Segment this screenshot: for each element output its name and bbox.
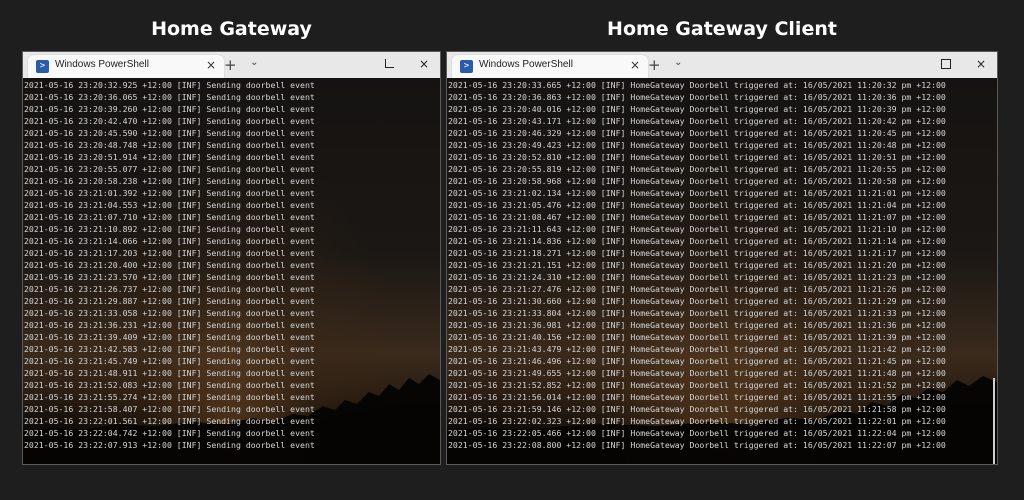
log-line: 2021-05-16 23:20:36.065 +12:00 [INF] Sen… <box>24 92 315 102</box>
maximize-icon <box>941 58 951 69</box>
tab-windows-powershell[interactable]: > Windows PowerShell × <box>28 55 224 78</box>
restore-button[interactable] <box>381 56 397 72</box>
log-line: 2021-05-16 23:20:46.329 +12:00 [INF] Hom… <box>448 128 946 138</box>
log-output: 2021-05-16 23:20:33.665 +12:00 [INF] Hom… <box>448 79 993 451</box>
log-line: 2021-05-16 23:21:14.836 +12:00 [INF] Hom… <box>448 236 946 246</box>
log-line: 2021-05-16 23:21:45.749 +12:00 [INF] Sen… <box>24 356 315 366</box>
log-line: 2021-05-16 23:20:45.590 +12:00 [INF] Sen… <box>24 128 315 138</box>
new-tab-button[interactable]: + <box>648 56 661 74</box>
log-line: 2021-05-16 23:21:20.400 +12:00 [INF] Sen… <box>24 260 315 270</box>
log-line: 2021-05-16 23:21:36.231 +12:00 [INF] Sen… <box>24 320 315 330</box>
heading-home-gateway-client: Home Gateway Client <box>607 18 837 40</box>
log-line: 2021-05-16 23:22:05.466 +12:00 [INF] Hom… <box>448 428 946 438</box>
close-icon: × <box>418 57 430 71</box>
log-line: 2021-05-16 23:22:08.800 +12:00 [INF] Hom… <box>448 440 946 450</box>
log-line: 2021-05-16 23:20:55.077 +12:00 [INF] Sen… <box>24 164 315 174</box>
maximize-button[interactable] <box>938 56 954 72</box>
tab-close-icon[interactable]: × <box>630 58 640 72</box>
log-line: 2021-05-16 23:20:32.925 +12:00 [INF] Sen… <box>24 80 315 90</box>
log-line: 2021-05-16 23:20:42.470 +12:00 [INF] Sen… <box>24 116 315 126</box>
chevron-down-icon[interactable]: ⌄ <box>674 57 682 68</box>
log-line: 2021-05-16 23:22:07.913 +12:00 [INF] Sen… <box>24 440 315 450</box>
log-line: 2021-05-16 23:22:02.323 +12:00 [INF] Hom… <box>448 416 946 426</box>
log-line: 2021-05-16 23:21:07.710 +12:00 [INF] Sen… <box>24 212 315 222</box>
powershell-icon: > <box>36 60 49 73</box>
log-line: 2021-05-16 23:20:58.968 +12:00 [INF] Hom… <box>448 176 946 186</box>
terminal-content[interactable]: 2021-05-16 23:20:33.665 +12:00 [INF] Hom… <box>447 78 997 464</box>
log-line: 2021-05-16 23:21:24.310 +12:00 [INF] Hom… <box>448 272 946 282</box>
log-line: 2021-05-16 23:20:49.423 +12:00 [INF] Hom… <box>448 140 946 150</box>
log-line: 2021-05-16 23:21:59.146 +12:00 [INF] Hom… <box>448 404 946 414</box>
log-line: 2021-05-16 23:21:08.467 +12:00 [INF] Hom… <box>448 212 946 222</box>
log-line: 2021-05-16 23:21:26.737 +12:00 [INF] Sen… <box>24 284 315 294</box>
log-line: 2021-05-16 23:21:52.852 +12:00 [INF] Hom… <box>448 380 946 390</box>
terminal-window-home-gateway: > Windows PowerShell × + ⌄ × 2021-05-16 … <box>22 51 441 465</box>
log-output: 2021-05-16 23:20:32.925 +12:00 [INF] Sen… <box>24 79 436 451</box>
log-line: 2021-05-16 23:21:29.887 +12:00 [INF] Sen… <box>24 296 315 306</box>
heading-home-gateway: Home Gateway <box>151 18 312 40</box>
log-line: 2021-05-16 23:21:56.014 +12:00 [INF] Hom… <box>448 392 946 402</box>
powershell-icon: > <box>460 60 473 73</box>
log-line: 2021-05-16 23:21:33.058 +12:00 [INF] Sen… <box>24 308 315 318</box>
log-line: 2021-05-16 23:21:10.892 +12:00 [INF] Sen… <box>24 224 315 234</box>
close-button[interactable]: × <box>416 56 432 72</box>
tab-windows-powershell[interactable]: > Windows PowerShell × <box>452 55 648 78</box>
title-bar: > Windows PowerShell × + ⌄ × <box>447 52 997 78</box>
log-line: 2021-05-16 23:21:55.274 +12:00 [INF] Sen… <box>24 392 315 402</box>
log-line: 2021-05-16 23:21:48.911 +12:00 [INF] Sen… <box>24 368 315 378</box>
scrollbar-thumb[interactable] <box>993 378 995 464</box>
log-line: 2021-05-16 23:21:30.660 +12:00 [INF] Hom… <box>448 296 946 306</box>
log-line: 2021-05-16 23:21:52.083 +12:00 [INF] Sen… <box>24 380 315 390</box>
log-line: 2021-05-16 23:21:49.655 +12:00 [INF] Hom… <box>448 368 946 378</box>
log-line: 2021-05-16 23:22:04.742 +12:00 [INF] Sen… <box>24 428 315 438</box>
tab-title: Windows PowerShell <box>479 59 573 70</box>
log-line: 2021-05-16 23:21:36.981 +12:00 [INF] Hom… <box>448 320 946 330</box>
log-line: 2021-05-16 23:22:01.561 +12:00 [INF] Sen… <box>24 416 315 426</box>
log-line: 2021-05-16 23:20:52.810 +12:00 [INF] Hom… <box>448 152 946 162</box>
log-line: 2021-05-16 23:20:36.863 +12:00 [INF] Hom… <box>448 92 946 102</box>
log-line: 2021-05-16 23:20:51.914 +12:00 [INF] Sen… <box>24 152 315 162</box>
title-bar: > Windows PowerShell × + ⌄ × <box>23 52 440 78</box>
log-line: 2021-05-16 23:21:39.409 +12:00 [INF] Sen… <box>24 332 315 342</box>
log-line: 2021-05-16 23:20:33.665 +12:00 [INF] Hom… <box>448 80 946 90</box>
log-line: 2021-05-16 23:21:42.583 +12:00 [INF] Sen… <box>24 344 315 354</box>
log-line: 2021-05-16 23:20:55.819 +12:00 [INF] Hom… <box>448 164 946 174</box>
log-line: 2021-05-16 23:21:18.271 +12:00 [INF] Hom… <box>448 248 946 258</box>
log-line: 2021-05-16 23:21:17.203 +12:00 [INF] Sen… <box>24 248 315 258</box>
log-line: 2021-05-16 23:21:05.476 +12:00 [INF] Hom… <box>448 200 946 210</box>
log-line: 2021-05-16 23:21:14.066 +12:00 [INF] Sen… <box>24 236 315 246</box>
log-line: 2021-05-16 23:21:58.407 +12:00 [INF] Sen… <box>24 404 315 414</box>
log-line: 2021-05-16 23:20:48.748 +12:00 [INF] Sen… <box>24 140 315 150</box>
log-line: 2021-05-16 23:21:46.496 +12:00 [INF] Hom… <box>448 356 946 366</box>
log-line: 2021-05-16 23:20:39.260 +12:00 [INF] Sen… <box>24 104 315 114</box>
close-icon: × <box>975 57 987 71</box>
close-button[interactable]: × <box>973 56 989 72</box>
log-line: 2021-05-16 23:20:40.016 +12:00 [INF] Hom… <box>448 104 946 114</box>
chevron-down-icon[interactable]: ⌄ <box>250 57 258 68</box>
log-line: 2021-05-16 23:21:02.134 +12:00 [INF] Hom… <box>448 188 946 198</box>
log-line: 2021-05-16 23:21:33.804 +12:00 [INF] Hom… <box>448 308 946 318</box>
log-line: 2021-05-16 23:21:23.570 +12:00 [INF] Sen… <box>24 272 315 282</box>
log-line: 2021-05-16 23:21:21.151 +12:00 [INF] Hom… <box>448 260 946 270</box>
log-line: 2021-05-16 23:21:27.476 +12:00 [INF] Hom… <box>448 284 946 294</box>
terminal-window-home-gateway-client: > Windows PowerShell × + ⌄ × 2021-05-16 … <box>446 51 998 465</box>
log-line: 2021-05-16 23:20:43.171 +12:00 [INF] Hom… <box>448 116 946 126</box>
restore-icon <box>384 59 394 68</box>
terminal-content[interactable]: 2021-05-16 23:20:32.925 +12:00 [INF] Sen… <box>23 78 440 464</box>
log-line: 2021-05-16 23:21:40.156 +12:00 [INF] Hom… <box>448 332 946 342</box>
new-tab-button[interactable]: + <box>224 56 237 74</box>
log-line: 2021-05-16 23:21:01.392 +12:00 [INF] Sen… <box>24 188 315 198</box>
log-line: 2021-05-16 23:21:04.553 +12:00 [INF] Sen… <box>24 200 315 210</box>
tab-close-icon[interactable]: × <box>206 58 216 72</box>
log-line: 2021-05-16 23:20:58.238 +12:00 [INF] Sen… <box>24 176 315 186</box>
log-line: 2021-05-16 23:21:11.643 +12:00 [INF] Hom… <box>448 224 946 234</box>
tab-title: Windows PowerShell <box>55 59 149 70</box>
log-line: 2021-05-16 23:21:43.479 +12:00 [INF] Hom… <box>448 344 946 354</box>
